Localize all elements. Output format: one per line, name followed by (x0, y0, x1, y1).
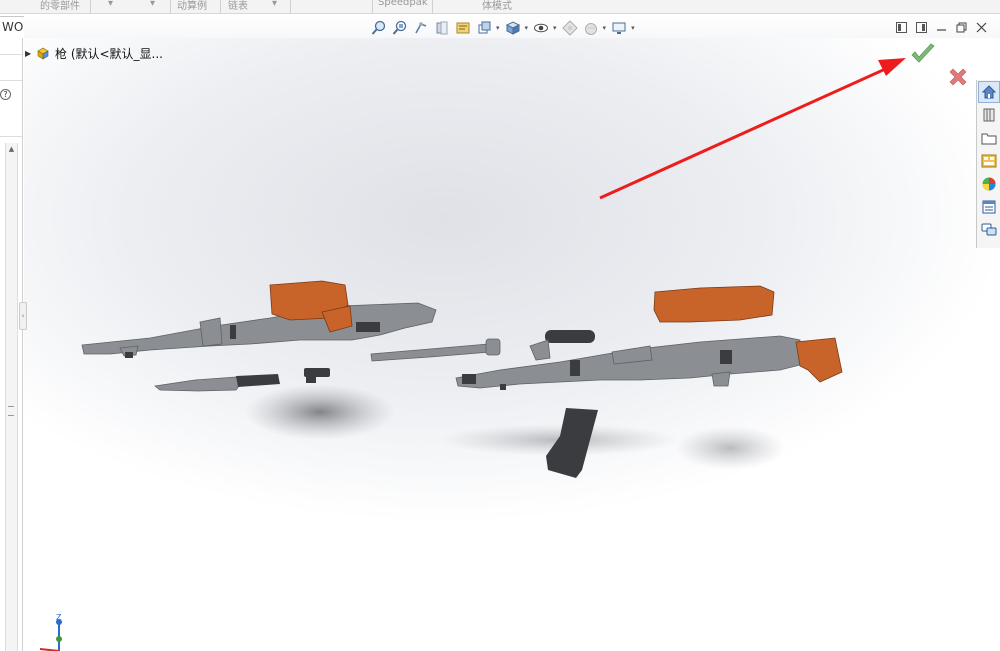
reference-triad: Z (39, 613, 62, 651)
front-sight[interactable] (529, 339, 551, 361)
bayonet[interactable] (154, 374, 280, 392)
right-rifle-receiver[interactable] (455, 335, 801, 389)
exploded-assembly-model[interactable] (0, 0, 1000, 651)
gas-block[interactable] (545, 330, 595, 343)
upper-handguard[interactable] (653, 285, 775, 323)
ground-shadows (245, 384, 785, 470)
left-rifle-receiver[interactable] (81, 302, 437, 357)
gas-tube[interactable] (370, 338, 501, 362)
buttstock[interactable] (795, 337, 843, 383)
triad-z-label: Z (56, 613, 62, 622)
muzzle-device[interactable] (304, 368, 330, 383)
